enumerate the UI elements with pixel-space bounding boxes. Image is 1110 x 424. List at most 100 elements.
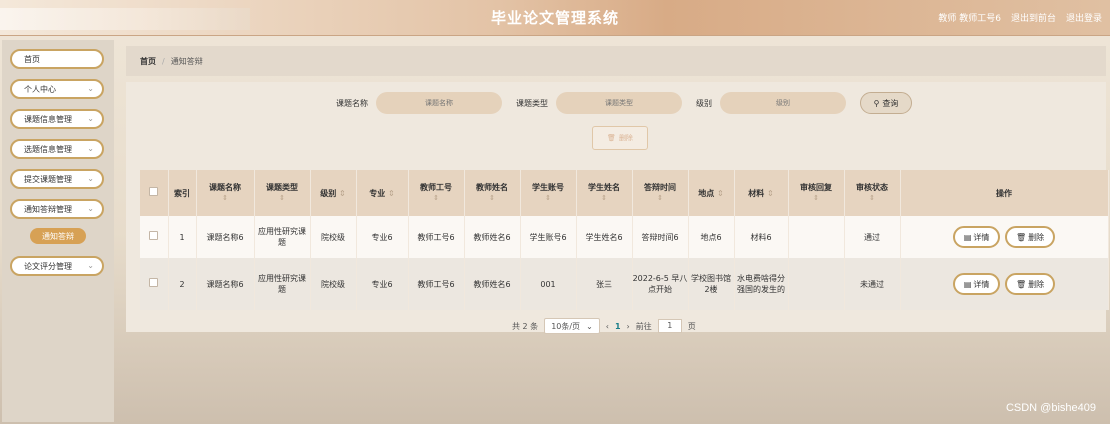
col-header: 操作: [900, 170, 1109, 216]
col-header[interactable]: 材料 ⇕: [734, 170, 789, 216]
table-cell: [788, 258, 845, 310]
col-header[interactable]: 教师工号 ⇕: [408, 170, 465, 216]
topic-name-input[interactable]: [376, 92, 502, 114]
row-checkbox[interactable]: [149, 231, 159, 240]
row-select-cell[interactable]: [140, 216, 169, 258]
sidebar-subitem-defense-notice[interactable]: 通知答辩: [30, 228, 86, 244]
sort-icon[interactable]: ⇕: [717, 189, 724, 198]
sort-icon[interactable]: ⇕: [465, 193, 520, 204]
table-cell: 2022-6-5 早八点开始: [632, 258, 689, 310]
content-panel: 课题名称 课题类型 级别 ⚲ 查询 🗑 删除 索引 课题名称⇕: [126, 82, 1109, 332]
chevron-down-icon: ⌄: [87, 114, 94, 123]
sidebar-item-thesis-score[interactable]: 论文评分管理 ⌄: [10, 256, 104, 276]
sort-icon[interactable]: ⇕: [197, 193, 254, 204]
batch-delete-button[interactable]: 🗑 删除: [592, 126, 648, 150]
sidebar-item-home[interactable]: 首页: [10, 49, 104, 69]
row-checkbox[interactable]: [149, 278, 159, 287]
col-header[interactable]: 课题类型 ⇕: [254, 170, 311, 216]
page-size-select[interactable]: 10条/页 ⌄: [544, 318, 600, 334]
sidebar-item-submit-topic[interactable]: 提交课题管理 ⌄: [10, 169, 104, 189]
col-header[interactable]: 地点 ⇕: [688, 170, 735, 216]
col-header-label: 审核回复: [800, 183, 832, 192]
detail-button[interactable]: ▤ 详情: [952, 273, 1001, 295]
batch-delete-label: 删除: [618, 134, 633, 142]
sort-icon[interactable]: ⇕: [845, 193, 900, 204]
actions-cell: ▤ 详情 🗑 删除: [900, 216, 1109, 258]
sort-icon[interactable]: ⇕: [388, 189, 395, 198]
table-cell: 应用性研究课题: [254, 216, 311, 258]
col-header[interactable]: 答辩时间 ⇕: [632, 170, 689, 216]
table-cell: 答辩时间6: [632, 216, 689, 258]
sidebar-item-label: 论文评分管理: [24, 261, 72, 271]
col-header-label: 材料: [748, 188, 765, 198]
sidebar-item-label: 首页: [24, 54, 40, 64]
col-header[interactable]: 审核状态 ⇕: [844, 170, 901, 216]
sort-icon[interactable]: ⇕: [767, 189, 774, 198]
table-cell: 水电费啥得分强国的发生的: [734, 258, 789, 310]
actions-cell: ▤ 详情 🗑 删除: [900, 258, 1109, 310]
table-cell: 专业6: [356, 258, 409, 310]
goto-page-input[interactable]: 1: [657, 319, 682, 333]
detail-button[interactable]: ▤ 详情: [952, 226, 1001, 248]
table-header-row: 索引 课题名称 ⇕ 课题类型 ⇕ 级别 ⇕ 专业 ⇕ 教师工号 ⇕ 教师姓名 ⇕ 学生账…: [140, 170, 1109, 216]
col-header-label: 教师工号: [420, 183, 452, 192]
delete-button[interactable]: 🗑 删除: [1004, 226, 1056, 248]
table-cell: [788, 216, 845, 258]
sort-icon[interactable]: ⇕: [577, 193, 632, 204]
goto-label: 前往: [635, 321, 652, 331]
table-cell: 未通过: [844, 258, 901, 310]
page-number-current[interactable]: 1: [615, 322, 621, 331]
sort-icon[interactable]: ⇕: [409, 193, 464, 204]
col-header[interactable]: 级别 ⇕: [310, 170, 357, 216]
user-label: 教师 教师工号6: [938, 14, 1001, 24]
row-select-cell[interactable]: [140, 258, 169, 310]
col-header-label: 级别: [320, 188, 337, 198]
back-to-front-link[interactable]: 退出到前台: [1011, 11, 1056, 24]
col-header[interactable]: 学生账号 ⇕: [520, 170, 577, 216]
table-cell: 课题名称6: [196, 258, 255, 310]
sidebar-item-label: 个人中心: [24, 84, 56, 94]
prev-page-icon[interactable]: ‹: [606, 322, 609, 331]
delete-label: 删除: [1028, 232, 1045, 242]
sidebar-item-topic-selection[interactable]: 选题信息管理 ⌄: [10, 139, 104, 159]
table-cell: 教师工号6: [408, 258, 465, 310]
table-cell: 学生姓名6: [576, 216, 633, 258]
sidebar-item-personal-center[interactable]: 个人中心 ⌄: [10, 79, 104, 99]
col-header[interactable]: 审核回复 ⇕: [788, 170, 845, 216]
sidebar-item-label: 选题信息管理: [24, 144, 72, 154]
sidebar-item-topic-info[interactable]: 课题信息管理 ⌄: [10, 109, 104, 129]
breadcrumb: 首页 / 通知答辩: [126, 46, 1106, 76]
main-content: 首页 / 通知答辩 课题名称 课题类型 级别 ⚲ 查询 🗑 删除: [126, 46, 1109, 422]
table-cell: 课题名称6: [196, 216, 255, 258]
col-header-label: 地点: [698, 188, 715, 198]
col-header[interactable]: 专业 ⇕: [356, 170, 409, 216]
breadcrumb-separator: /: [162, 56, 165, 66]
breadcrumb-current: 通知答辩: [170, 56, 203, 66]
level-input[interactable]: [720, 92, 846, 114]
sort-icon[interactable]: ⇕: [789, 193, 844, 204]
search-icon: ⚲: [873, 98, 880, 108]
total-count: 共 2 条: [512, 321, 539, 331]
next-page-icon[interactable]: ›: [627, 322, 630, 331]
col-header[interactable]: 学生姓名 ⇕: [576, 170, 633, 216]
sidebar-item-defense-notice[interactable]: 通知答辩管理 ⌄: [10, 199, 104, 219]
delete-button[interactable]: 🗑 删除: [1004, 273, 1056, 295]
select-all-checkbox[interactable]: [149, 187, 159, 196]
sort-icon[interactable]: ⇕: [339, 189, 346, 198]
table-cell: 2: [168, 258, 197, 310]
sort-icon[interactable]: ⇕: [521, 193, 576, 204]
table-cell: 教师姓名6: [464, 258, 521, 310]
trash-icon: 🗑: [1015, 279, 1027, 289]
topic-type-input[interactable]: [556, 92, 682, 114]
breadcrumb-home[interactable]: 首页: [140, 56, 156, 67]
logout-link[interactable]: 退出登录: [1066, 11, 1102, 24]
col-header[interactable]: 教师姓名 ⇕: [464, 170, 521, 216]
defense-notice-table: 索引 课题名称 ⇕ 课题类型 ⇕ 级别 ⇕ 专业 ⇕ 教师工号 ⇕ 教师姓名 ⇕ 学生账…: [140, 170, 1109, 310]
col-header[interactable]: 课题名称 ⇕: [196, 170, 255, 216]
chevron-down-icon: ⌄: [87, 204, 94, 213]
sort-icon[interactable]: ⇕: [633, 193, 688, 204]
table-row: 1 课题名称6 应用性研究课题 院校级 专业6 教师工号6 教师姓名6 学生账号…: [140, 216, 1109, 258]
search-button[interactable]: ⚲ 查询: [860, 92, 912, 114]
select-all-cell[interactable]: [140, 170, 169, 216]
sort-icon[interactable]: ⇕: [255, 193, 310, 204]
